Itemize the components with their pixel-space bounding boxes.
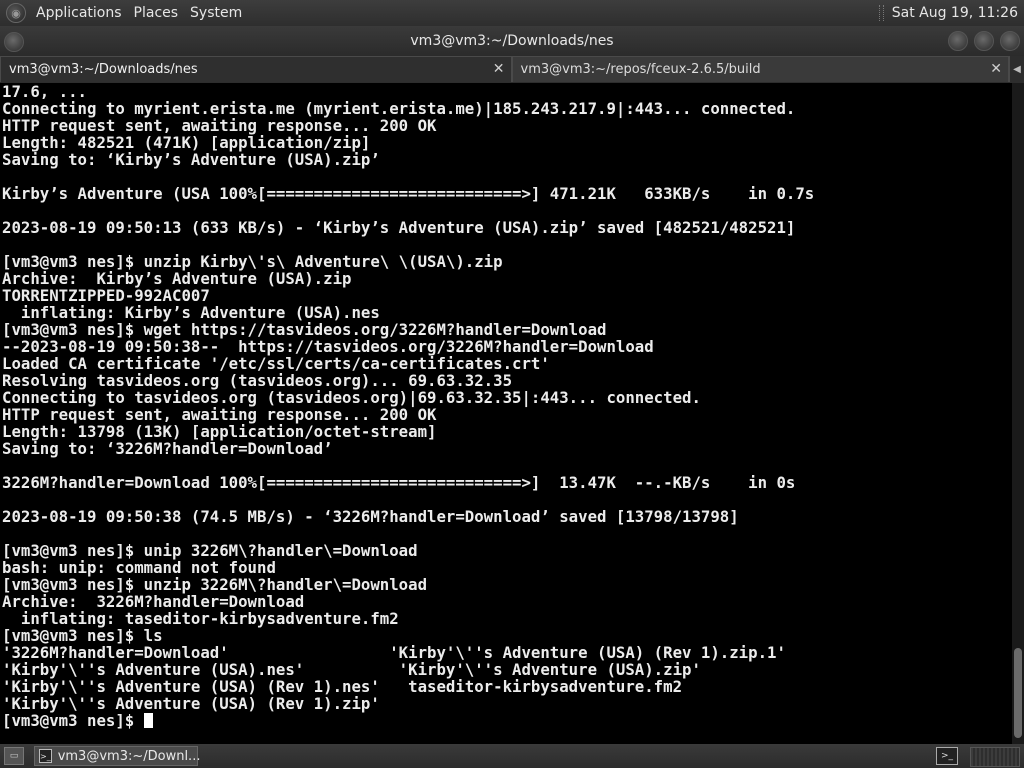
terminal-line: inflating: Kirby’s Adventure (USA).nes	[2, 303, 380, 322]
terminal-line: Length: 13798 (13K) [application/octet-s…	[2, 422, 437, 441]
taskbar-label: vm3@vm3:~/Downl...	[57, 748, 201, 764]
panel-separator	[878, 5, 884, 21]
terminal-line: [vm3@vm3 nes]$ ls	[2, 626, 163, 645]
tab-bar: vm3@vm3:~/Downloads/nes ✕ vm3@vm3:~/repo…	[0, 56, 1024, 83]
tab-downloads-nes[interactable]: vm3@vm3:~/Downloads/nes ✕	[0, 56, 512, 82]
tab-label: vm3@vm3:~/repos/fceux-2.6.5/build	[520, 62, 761, 77]
terminal-scrollbar[interactable]	[1012, 83, 1024, 744]
terminal-line: '3226M?handler=Download' 'Kirby'\''s Adv…	[2, 643, 786, 662]
terminal-line: TORRENTZIPPED-992AC007	[2, 286, 210, 305]
terminal-line: 3226M?handler=Download 100%[============…	[2, 473, 796, 492]
text-cursor	[143, 713, 153, 728]
scrollbar-thumb[interactable]	[1014, 648, 1022, 738]
minimize-button[interactable]	[948, 31, 968, 51]
terminal-line: Connecting to myrient.erista.me (myrient…	[2, 99, 796, 118]
menu-applications[interactable]: Applications	[32, 5, 130, 21]
tab-label: vm3@vm3:~/Downloads/nes	[9, 62, 198, 77]
taskbar-terminal-button[interactable]: >_ vm3@vm3:~/Downl...	[34, 746, 201, 766]
shell-prompt: [vm3@vm3 nes]$	[2, 711, 144, 730]
terminal-line: Saving to: ‘3226M?handler=Download’	[2, 439, 333, 458]
clock[interactable]: Sat Aug 19, 11:26	[892, 5, 1018, 21]
terminal-line: Archive: 3226M?handler=Download	[2, 592, 305, 611]
terminal-line: bash: unip: command not found	[2, 558, 276, 577]
terminal-line: HTTP request sent, awaiting response... …	[2, 116, 437, 135]
terminal-line: --2023-08-19 09:50:38-- https://tasvideo…	[2, 337, 654, 356]
terminal-output[interactable]: 17.6, ... Connecting to myrient.erista.me…	[0, 83, 1012, 744]
close-button[interactable]	[1000, 31, 1020, 51]
top-panel: ◉ Applications Places System Sat Aug 19,…	[0, 0, 1024, 26]
tab-close-icon[interactable]: ✕	[493, 61, 505, 77]
terminal-line: 'Kirby'\''s Adventure (USA) (Rev 1).zip'	[2, 694, 380, 713]
distro-logo-icon[interactable]: ◉	[6, 3, 26, 23]
maximize-button[interactable]	[974, 31, 994, 51]
window-controls	[948, 31, 1020, 51]
terminal-icon: >_	[39, 749, 52, 763]
window-menu-button[interactable]	[4, 32, 24, 52]
terminal-line: [vm3@vm3 nes]$ unzip Kirby\'s\ Adventure…	[2, 252, 503, 271]
terminal-line: Length: 482521 (471K) [application/zip]	[2, 133, 371, 152]
terminal-prompt-line[interactable]: [vm3@vm3 nes]$	[0, 712, 1012, 729]
tab-fceux-build[interactable]: vm3@vm3:~/repos/fceux-2.6.5/build ✕	[511, 56, 1010, 82]
terminal-line: Archive: Kirby’s Adventure (USA).zip	[2, 269, 352, 288]
terminal-line: Kirby’s Adventure (USA 100%[============…	[2, 184, 815, 203]
show-desktop-icon[interactable]: ▭	[4, 747, 24, 765]
terminal-line: [vm3@vm3 nes]$ unzip 3226M\?handler\=Dow…	[2, 575, 428, 594]
workspace-switcher[interactable]	[970, 747, 1020, 767]
terminal-line: Resolving tasvideos.org (tasvideos.org).…	[2, 371, 513, 390]
menu-system[interactable]: System	[186, 5, 250, 21]
menu-places[interactable]: Places	[130, 5, 187, 21]
clock-area: Sat Aug 19, 11:26	[878, 5, 1024, 21]
bottom-panel: ▭ >_ vm3@vm3:~/Downl... >_	[0, 744, 1024, 768]
terminal-line: inflating: taseditor-kirbysadventure.fm2	[2, 609, 399, 628]
terminal-line: 17.6, ...	[2, 83, 88, 101]
terminal-line: HTTP request sent, awaiting response... …	[2, 405, 437, 424]
terminal-line: Loaded CA certificate '/etc/ssl/certs/ca…	[2, 354, 550, 373]
terminal-line: 'Kirby'\''s Adventure (USA).nes' 'Kirby'…	[2, 660, 701, 679]
tab-close-icon[interactable]: ✕	[990, 61, 1002, 77]
window-title: vm3@vm3:~/Downloads/nes	[410, 33, 614, 49]
terminal-line: Saving to: ‘Kirby’s Adventure (USA).zip’	[2, 150, 380, 169]
terminal-line: [vm3@vm3 nes]$ unip 3226M\?handler\=Down…	[2, 541, 418, 560]
terminal-line: Connecting to tasvideos.org (tasvideos.o…	[2, 388, 701, 407]
terminal-line: [vm3@vm3 nes]$ wget https://tasvideos.or…	[2, 320, 607, 339]
tray-terminal-icon[interactable]: >_	[936, 747, 958, 765]
terminal-line: 'Kirby'\''s Adventure (USA) (Rev 1).nes'…	[2, 677, 683, 696]
terminal-line: 2023-08-19 09:50:38 (74.5 MB/s) - ‘3226M…	[2, 507, 739, 526]
terminal-line: 2023-08-19 09:50:13 (633 KB/s) - ‘Kirby’…	[2, 218, 796, 237]
window-titlebar[interactable]: vm3@vm3:~/Downloads/nes	[0, 26, 1024, 56]
tab-scroll-right-icon[interactable]: ◀	[1009, 56, 1024, 82]
